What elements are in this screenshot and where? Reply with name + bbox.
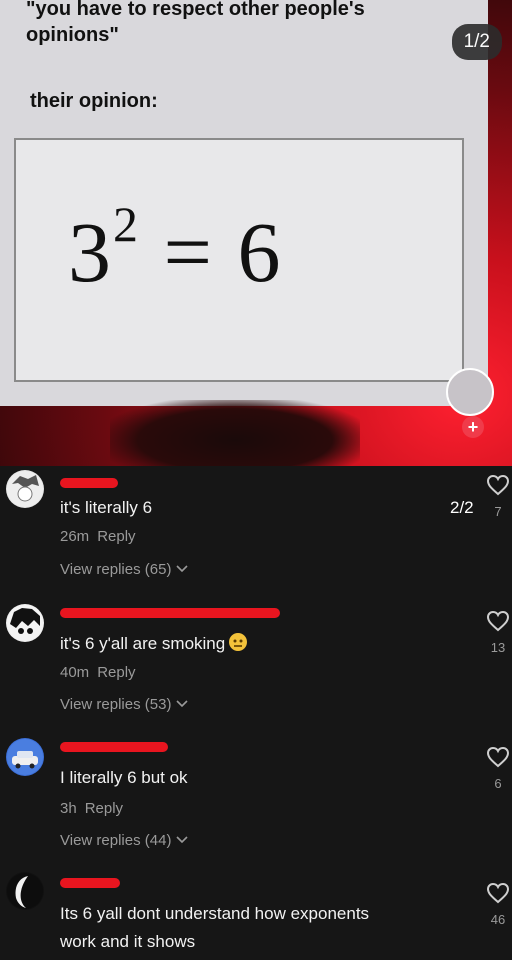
comment-text: Its 6 yall dont understand how exponents…	[60, 900, 369, 956]
comment-meta: 26m Reply	[60, 528, 136, 545]
chevron-down-icon	[176, 700, 188, 708]
equation-rest: = 6	[140, 204, 283, 300]
comment-1: it's literally 6 26m Reply View replies (…	[0, 466, 512, 600]
comment-time: 3h	[60, 800, 77, 817]
page-indicator: 2/2	[450, 498, 474, 517]
neutral-face-emoji-icon	[229, 633, 248, 651]
like-count: 7	[494, 504, 502, 519]
comment-text: it's 6 y'all are smoking	[60, 630, 248, 658]
redacted-username	[60, 608, 280, 618]
view-replies-button[interactable]: View replies (44)	[60, 832, 188, 849]
anime-avatar-icon	[7, 471, 43, 507]
comment-2: it's 6 y'all are smoking 40m Reply View r…	[0, 600, 512, 734]
view-replies-label: View replies (65)	[60, 561, 172, 578]
anime-avatar-icon	[7, 605, 43, 641]
like-count: 13	[490, 640, 506, 655]
comment-text-line-2: work and it shows	[60, 932, 196, 951]
equation-exponent: 2	[113, 196, 140, 253]
avatar[interactable]	[6, 738, 44, 776]
comment-meta: 3h Reply	[60, 800, 123, 817]
heart-outline-icon[interactable]	[486, 610, 510, 632]
chevron-down-icon	[176, 565, 188, 573]
avatar[interactable]	[6, 470, 44, 508]
comment-text: it's literally 6	[60, 498, 153, 517]
reply-button[interactable]: Reply	[85, 800, 123, 817]
heart-outline-icon[interactable]	[486, 882, 510, 904]
heart-outline-icon[interactable]	[486, 474, 510, 496]
reply-button[interactable]: Reply	[97, 664, 135, 681]
comment-3: I literally 6 but ok 3h Reply View replie…	[0, 734, 512, 868]
view-replies-label: View replies (44)	[60, 832, 172, 849]
video-frame[interactable]: "you have to respect other people's opin…	[0, 0, 512, 466]
heart-outline-icon[interactable]	[486, 746, 510, 768]
view-replies-button[interactable]: View replies (65)	[60, 561, 188, 578]
view-replies-button[interactable]: View replies (53)	[60, 696, 188, 713]
comment-time: 40m	[60, 664, 90, 681]
comment-meta: 40m Reply	[60, 664, 136, 681]
image-pager-badge: 1/2	[451, 24, 502, 60]
meme-caption: "you have to respect other people's opin…	[26, 0, 365, 46]
comment-time: 26m	[60, 528, 90, 545]
redacted-username	[60, 478, 118, 488]
equation-base: 3	[68, 204, 113, 300]
creator-avatar[interactable]	[446, 368, 494, 416]
reply-button[interactable]: Reply	[97, 528, 135, 545]
avatar[interactable]	[6, 872, 44, 910]
comment-text-line-1: Its 6 yall dont understand how exponents	[60, 904, 370, 923]
follow-plus-icon[interactable]: +	[462, 416, 484, 438]
chevron-down-icon	[176, 836, 188, 844]
redacted-username	[60, 742, 168, 752]
meme-card: "you have to respect other people's opin…	[0, 0, 488, 406]
equation: 32 = 6	[68, 196, 283, 302]
comment-4: Its 6 yall dont understand how exponents…	[0, 868, 512, 960]
like-count: 46	[490, 912, 506, 927]
equation-box: 32 = 6	[14, 138, 464, 382]
meme-subcaption: their opinion:	[30, 90, 158, 112]
comment-text-label: it's 6 y'all are smoking	[60, 634, 226, 653]
moon-avatar-icon	[7, 873, 43, 909]
person-silhouette	[110, 400, 360, 466]
view-replies-label: View replies (53)	[60, 696, 172, 713]
comment-text: I literally 6 but ok	[60, 768, 188, 787]
avatar[interactable]	[6, 604, 44, 642]
car-avatar-icon	[7, 739, 43, 775]
redacted-username	[60, 878, 120, 888]
like-count: 6	[494, 776, 502, 791]
